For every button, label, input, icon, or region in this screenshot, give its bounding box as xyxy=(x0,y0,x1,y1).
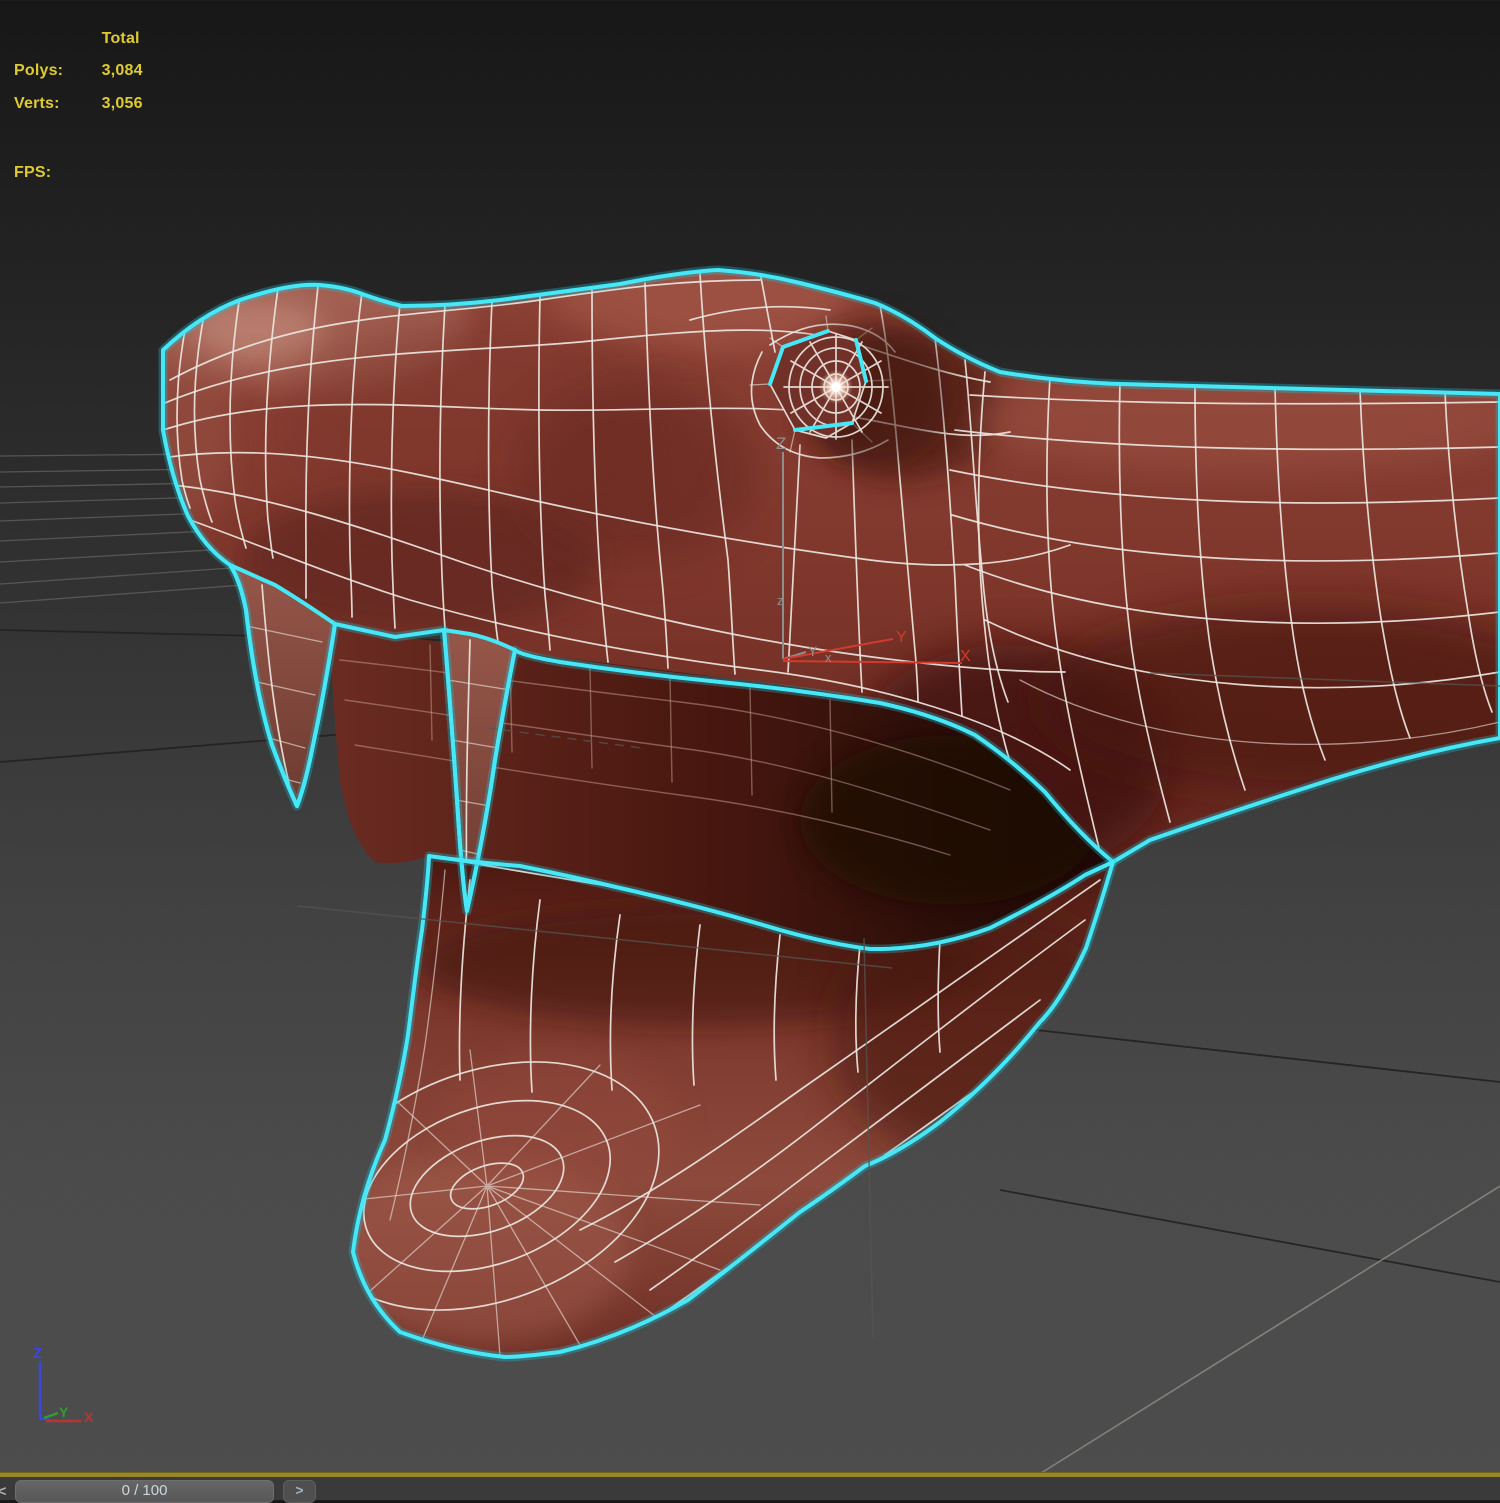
previous-frame-button[interactable]: < xyxy=(0,1483,11,1501)
stats-row-polys: Polys: 3,084 xyxy=(14,62,143,80)
viewport: { "viewport": { "stats": { "total_header… xyxy=(0,0,1500,1503)
stats-polys-label: Polys: xyxy=(14,62,64,79)
tripod-z-label: Z xyxy=(33,1345,42,1362)
gizmo-y-minor-label: Y xyxy=(808,643,818,659)
tripod-y-axis xyxy=(43,1411,59,1420)
stats-verts-value: 3,056 xyxy=(101,95,143,112)
tripod-x-label: X xyxy=(84,1409,94,1425)
stats-row-verts: Verts: 3,056 xyxy=(14,95,143,113)
gizmo-x-label: X xyxy=(960,648,971,665)
time-slider-track[interactable]: < 0 / 100 > xyxy=(0,1477,1500,1503)
stats-fps-label: FPS: xyxy=(14,164,52,181)
stats-verts-label: Verts: xyxy=(14,95,60,112)
stats-total-header: Total xyxy=(101,30,140,47)
gizmo-z-label: Z xyxy=(776,434,786,453)
snake-head-model[interactable] xyxy=(125,240,1500,1357)
gizmo-y-label: Y xyxy=(896,629,907,646)
gizmo-x-minor-label: x xyxy=(825,650,832,665)
tripod-y-label: Y xyxy=(59,1404,69,1420)
timeline-track-bar[interactable]: < 0 / 100 > xyxy=(0,1472,1500,1503)
world-axis-tripod: Z Y X xyxy=(33,1345,94,1425)
gizmo-z-minor-label: z xyxy=(777,593,784,608)
stats-polys-value: 3,084 xyxy=(101,62,143,79)
viewport-canvas[interactable]: Z z Y x Y X Z Y X xyxy=(0,0,1500,1500)
